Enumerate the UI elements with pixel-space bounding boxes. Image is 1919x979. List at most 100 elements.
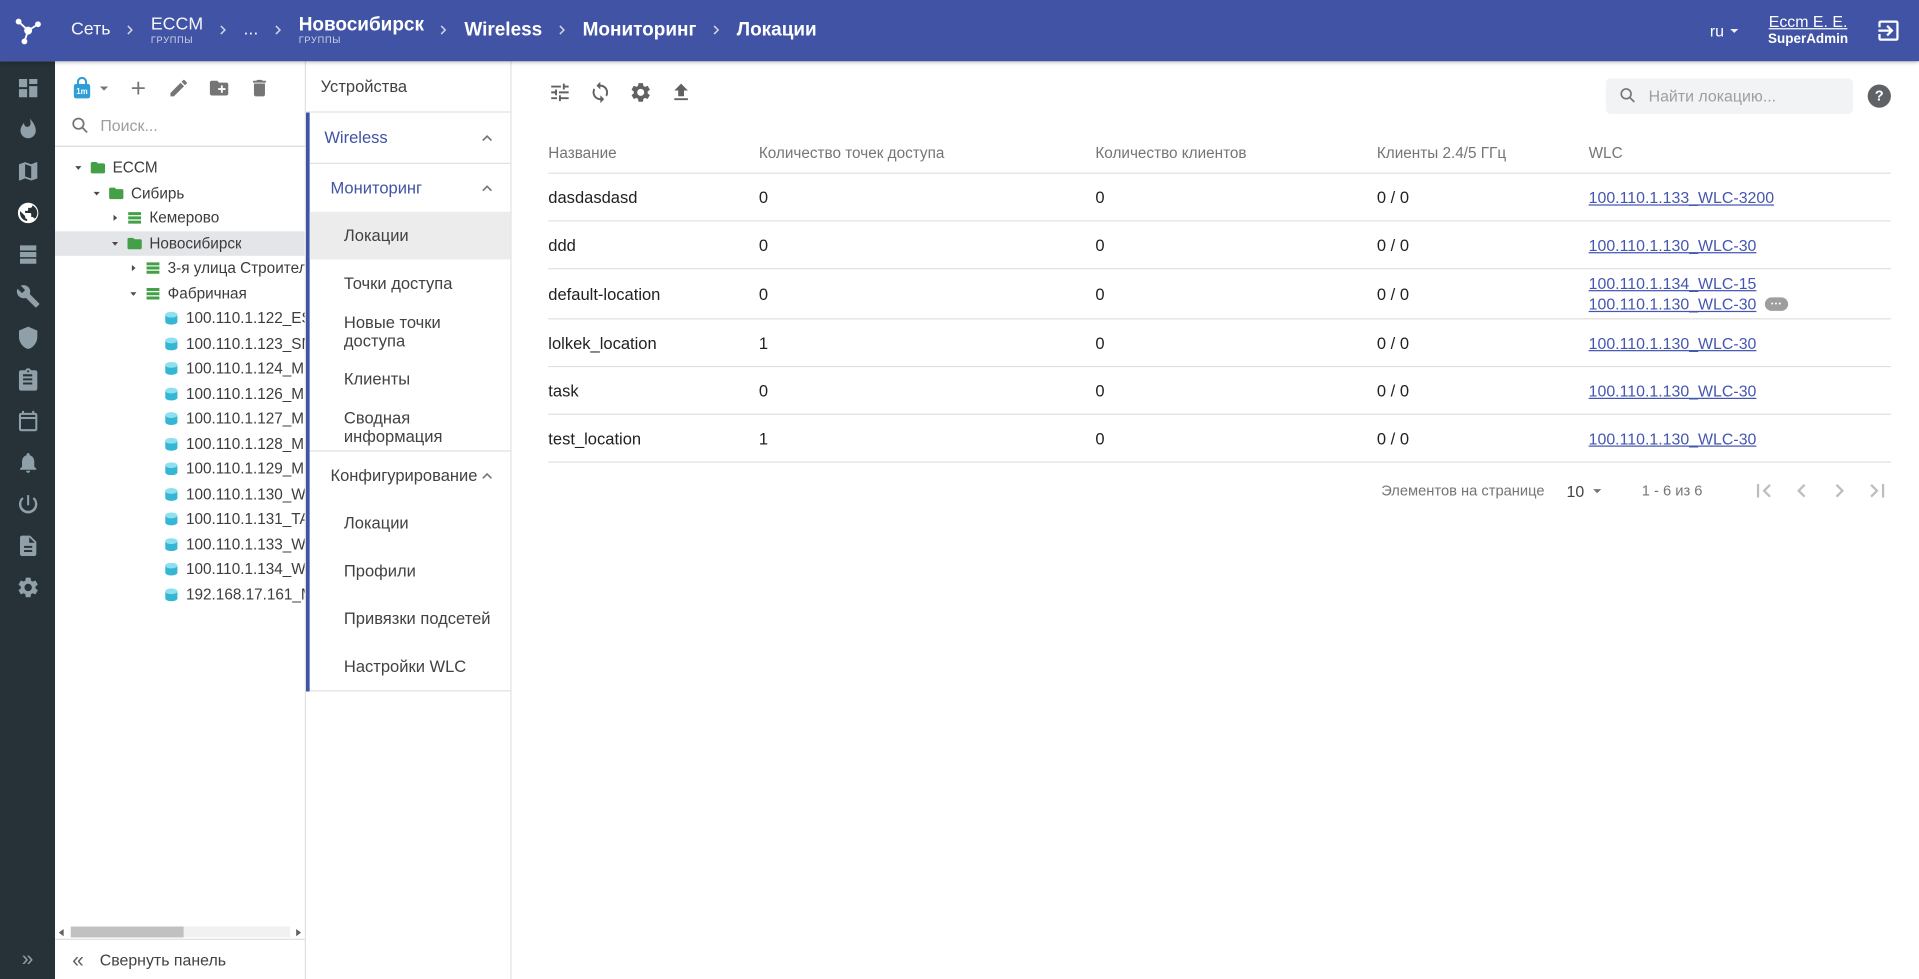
next-page-button[interactable] bbox=[1826, 477, 1853, 504]
tree-node-device[interactable]: 100.110.1.129_MES23 bbox=[55, 457, 305, 482]
menu-item-clients[interactable]: Клиенты bbox=[310, 355, 511, 403]
nav-alarms-button[interactable] bbox=[0, 109, 55, 151]
menu-item-new-access-points[interactable]: Новые точки доступа bbox=[310, 307, 511, 355]
table-row[interactable]: dasdasdasd000 / 0100.110.1.133_WLC-3200 bbox=[548, 174, 1891, 222]
edit-button[interactable] bbox=[168, 77, 190, 99]
tree-node-device[interactable]: 100.110.1.128_MES23 bbox=[55, 431, 305, 456]
menu-item-monitoring-locations[interactable]: Локации bbox=[310, 212, 511, 260]
tree-node-group[interactable]: Новосибирск bbox=[55, 231, 305, 256]
user-menu[interactable]: Eccm E. E. SuperAdmin bbox=[1768, 12, 1848, 49]
nav-logs-button[interactable] bbox=[0, 525, 55, 567]
logout-icon[interactable] bbox=[1875, 17, 1902, 44]
tree-node-device[interactable]: 192.168.17.161_MES5 bbox=[55, 582, 305, 607]
scroll-left-arrow[interactable] bbox=[55, 926, 70, 938]
lock-button[interactable]: 1m bbox=[70, 76, 114, 100]
tree-node-device[interactable]: 100.110.1.133_WLC-32 bbox=[55, 532, 305, 557]
tree-node-group[interactable]: Кемерово bbox=[55, 206, 305, 231]
filter-button[interactable] bbox=[548, 81, 571, 110]
nav-notifications-button[interactable] bbox=[0, 442, 55, 484]
nav-calendar-button[interactable] bbox=[0, 400, 55, 442]
nav-tools-button[interactable] bbox=[0, 275, 55, 317]
collapse-panel-button[interactable]: « Свернуть панель bbox=[55, 939, 305, 979]
previous-page-button[interactable] bbox=[1788, 477, 1815, 504]
refresh-button[interactable] bbox=[589, 81, 612, 110]
nav-maps-button[interactable] bbox=[0, 151, 55, 193]
tree-node-device[interactable]: 100.110.1.124_MES23 bbox=[55, 356, 305, 381]
nav-dashboard-button[interactable] bbox=[0, 67, 55, 109]
menu-item-summary[interactable]: Сводная информация bbox=[310, 403, 511, 451]
tree-node-group[interactable]: 3-я улица Строителей bbox=[55, 256, 305, 281]
table-row[interactable]: ddd000 / 0100.110.1.130_WLC-30 bbox=[548, 222, 1891, 270]
tree-node-device[interactable]: 100.110.1.134_WLC-15 bbox=[55, 557, 305, 582]
collapse-arrow-icon[interactable] bbox=[126, 286, 141, 301]
nav-network-button[interactable] bbox=[0, 192, 55, 234]
wlc-link[interactable]: 100.110.1.130_WLC-30 bbox=[1589, 236, 1757, 254]
first-page-button[interactable] bbox=[1750, 477, 1777, 504]
breadcrumb-item[interactable]: ECCMгруппы bbox=[151, 16, 203, 46]
wlc-link[interactable]: 100.110.1.130_WLC-30 bbox=[1589, 295, 1757, 313]
delete-button[interactable] bbox=[248, 77, 270, 99]
wlc-link[interactable]: 100.110.1.130_WLC-30 bbox=[1589, 381, 1757, 399]
page-range: 1 - 6 из 6 bbox=[1642, 482, 1703, 499]
horizontal-scrollbar[interactable] bbox=[55, 925, 305, 938]
breadcrumb-ellipsis[interactable]: ... bbox=[243, 21, 258, 41]
table-row[interactable]: test_location100 / 0100.110.1.130_WLC-30 bbox=[548, 415, 1891, 463]
table-row[interactable]: default-location000 / 0100.110.1.134_WLC… bbox=[548, 269, 1891, 319]
scrollbar-track[interactable] bbox=[70, 926, 290, 937]
table-row[interactable]: task000 / 0100.110.1.130_WLC-30 bbox=[548, 367, 1891, 415]
breadcrumb-item[interactable]: Мониторинг bbox=[583, 20, 697, 41]
last-page-button[interactable] bbox=[1864, 477, 1891, 504]
wlc-link[interactable]: 100.110.1.130_WLC-30 bbox=[1589, 334, 1757, 352]
nav-security-button[interactable] bbox=[0, 317, 55, 359]
items-per-page-select[interactable]: 10 bbox=[1567, 481, 1608, 501]
add-group-button[interactable] bbox=[127, 77, 149, 99]
tree-node-device[interactable]: 100.110.1.122_ESR-21 bbox=[55, 306, 305, 331]
table-settings-button[interactable] bbox=[629, 81, 652, 110]
scrollbar-thumb[interactable] bbox=[71, 926, 184, 937]
tree-node-device[interactable]: 100.110.1.126_MES23 bbox=[55, 381, 305, 406]
tree-node-group[interactable]: Фабричная bbox=[55, 281, 305, 306]
tree-node-device[interactable]: 100.110.1.123_SMG-2 bbox=[55, 331, 305, 356]
menu-item-wireless[interactable]: Wireless bbox=[310, 113, 511, 163]
breadcrumb-item[interactable]: Локации bbox=[737, 20, 817, 41]
breadcrumb-item[interactable]: Сеть bbox=[71, 21, 110, 41]
menu-item-configuration[interactable]: Конфигурирование bbox=[310, 452, 511, 500]
app-logo[interactable] bbox=[0, 15, 55, 47]
breadcrumb-item[interactable]: Wireless bbox=[464, 20, 542, 41]
menu-item-wlc-settings[interactable]: Настройки WLC bbox=[310, 643, 511, 691]
wlc-link[interactable]: 100.110.1.130_WLC-30 bbox=[1589, 429, 1757, 447]
menu-item-config-locations[interactable]: Локации bbox=[310, 499, 511, 547]
expand-rail-button[interactable]: » bbox=[0, 947, 55, 971]
collapse-arrow-icon[interactable] bbox=[89, 186, 104, 201]
tree-node-group[interactable]: ECCM bbox=[55, 155, 305, 180]
wlc-link[interactable]: 100.110.1.134_WLC-15 bbox=[1589, 274, 1757, 292]
export-button[interactable] bbox=[669, 81, 692, 110]
menu-item-profiles[interactable]: Профили bbox=[310, 547, 511, 595]
move-to-group-button[interactable] bbox=[208, 77, 230, 99]
menu-item-subnet-bindings[interactable]: Привязки подсетей bbox=[310, 595, 511, 643]
breadcrumb-item[interactable]: Новосибирскгруппы bbox=[299, 15, 424, 46]
menu-item-monitoring[interactable]: Мониторинг bbox=[310, 164, 511, 212]
language-selector[interactable]: ru bbox=[1710, 21, 1744, 41]
location-search-input[interactable] bbox=[1649, 86, 1841, 104]
menu-item-devices[interactable]: Устройства bbox=[306, 61, 510, 111]
expand-arrow-icon[interactable] bbox=[126, 261, 141, 276]
tree-node-device[interactable]: 100.110.1.130_WLC-30 bbox=[55, 482, 305, 507]
more-wlc-button[interactable]: ••• bbox=[1765, 297, 1788, 310]
table-row[interactable]: lolkek_location100 / 0100.110.1.130_WLC-… bbox=[548, 319, 1891, 367]
expand-arrow-icon[interactable] bbox=[108, 211, 123, 226]
nav-devices-button[interactable] bbox=[0, 234, 55, 276]
menu-item-access-points[interactable]: Точки доступа bbox=[310, 259, 511, 307]
tree-search-input[interactable] bbox=[100, 116, 271, 134]
tree-node-device[interactable]: 100.110.1.127_MES53 bbox=[55, 406, 305, 431]
tree-node-group[interactable]: Сибирь bbox=[55, 181, 305, 206]
scroll-right-arrow[interactable] bbox=[290, 926, 305, 938]
wlc-link[interactable]: 100.110.1.133_WLC-3200 bbox=[1589, 188, 1774, 206]
tree-node-device[interactable]: 100.110.1.131_TAU-72 bbox=[55, 507, 305, 532]
collapse-arrow-icon[interactable] bbox=[71, 161, 86, 176]
nav-settings-button[interactable] bbox=[0, 567, 55, 609]
help-button[interactable]: ? bbox=[1868, 84, 1891, 107]
nav-tasks-button[interactable] bbox=[0, 359, 55, 401]
nav-availability-button[interactable] bbox=[0, 483, 55, 525]
collapse-arrow-icon[interactable] bbox=[108, 236, 123, 251]
